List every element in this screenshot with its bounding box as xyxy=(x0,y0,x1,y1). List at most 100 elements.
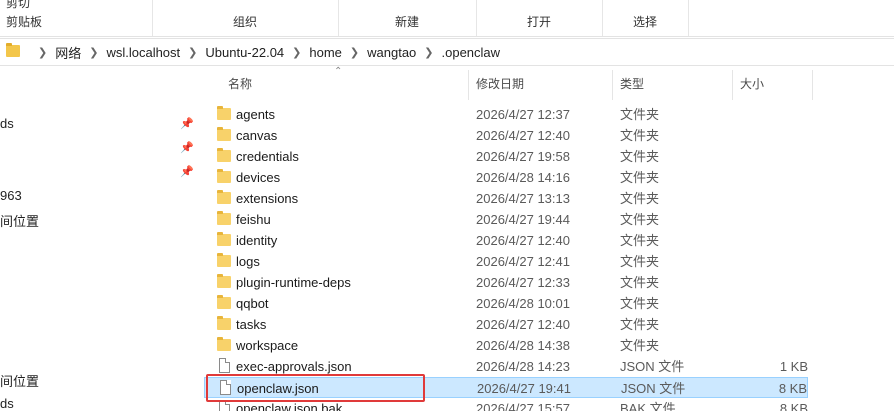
chevron-right-icon[interactable]: ❯ xyxy=(292,46,301,59)
file-size: 8 KB xyxy=(778,381,807,396)
folder-icon xyxy=(6,43,20,57)
file-name: canvas xyxy=(236,128,278,143)
nav-item-963[interactable]: 963 xyxy=(0,188,22,203)
file-date: 2026/4/27 13:13 xyxy=(476,191,570,206)
file-type: BAK 文件 xyxy=(620,401,676,411)
breadcrumb-wsl-localhost[interactable]: wsl.localhost xyxy=(106,45,180,60)
folder-icon xyxy=(217,127,231,141)
file-row[interactable]: agents 2026/4/27 12:37 文件夹 xyxy=(204,104,808,125)
file-size: 8 KB xyxy=(779,401,808,411)
ribbon-group-label: 打开 xyxy=(526,15,551,29)
file-name: extensions xyxy=(236,191,299,206)
file-name: openclaw.json.bak xyxy=(236,401,343,411)
file-name: agents xyxy=(236,107,276,122)
chevron-right-icon[interactable]: ❯ xyxy=(38,46,47,59)
file-row[interactable]: feishu 2026/4/27 19:44 文件夹 xyxy=(204,209,808,230)
folder-icon xyxy=(217,169,231,183)
file-type: 文件夹 xyxy=(620,212,660,227)
column-divider[interactable] xyxy=(732,70,733,100)
chevron-right-icon[interactable]: ❯ xyxy=(188,46,197,59)
pin-icon: 📌 xyxy=(180,118,194,130)
navigation-pane: ds 📌 📌 📌 963 间位置 间位置 ds xyxy=(0,66,200,411)
file-icon xyxy=(219,400,230,411)
file-row[interactable]: extensions 2026/4/27 13:13 文件夹 xyxy=(204,188,808,209)
breadcrumb-home[interactable]: home xyxy=(309,45,342,60)
folder-icon xyxy=(217,316,231,330)
file-type: 文件夹 xyxy=(620,107,660,122)
file-date: 2026/4/27 12:41 xyxy=(476,254,570,269)
folder-icon xyxy=(217,148,231,162)
sort-ascending-icon: ⌃ xyxy=(334,66,343,77)
file-type: JSON 文件 xyxy=(620,359,685,374)
nav-item-location[interactable]: 间位置 xyxy=(0,211,39,230)
file-date: 2026/4/27 12:40 xyxy=(476,317,570,332)
file-row[interactable]: qqbot 2026/4/28 10:01 文件夹 xyxy=(204,293,808,314)
folder-icon xyxy=(217,337,231,351)
file-name: exec-approvals.json xyxy=(236,359,352,374)
column-header-size[interactable]: 大小 xyxy=(740,70,764,98)
nav-item-location[interactable]: 间位置 xyxy=(0,371,39,390)
breadcrumb-network[interactable]: 网络 xyxy=(55,43,81,62)
file-row[interactable]: logs 2026/4/27 12:41 文件夹 xyxy=(204,251,808,272)
file-name: credentials xyxy=(236,149,299,164)
nav-item-downloads[interactable]: ds xyxy=(0,116,14,131)
file-name: qqbot xyxy=(236,296,269,311)
file-row[interactable]: credentials 2026/4/27 19:58 文件夹 xyxy=(204,146,808,167)
column-divider[interactable] xyxy=(812,70,813,100)
chevron-right-icon[interactable]: ❯ xyxy=(350,46,359,59)
folder-icon xyxy=(217,211,231,225)
file-type: 文件夹 xyxy=(620,128,660,143)
file-row[interactable]: tasks 2026/4/27 12:40 文件夹 xyxy=(204,314,808,335)
folder-icon xyxy=(217,190,231,204)
file-row[interactable]: devices 2026/4/28 14:16 文件夹 xyxy=(204,167,808,188)
file-date: 2026/4/28 14:38 xyxy=(476,338,570,353)
ribbon-group-organize: 组织 xyxy=(152,0,339,36)
file-date: 2026/4/27 12:33 xyxy=(476,275,570,290)
breadcrumb-ubuntu[interactable]: Ubuntu-22.04 xyxy=(205,45,284,60)
file-row[interactable]: workspace 2026/4/28 14:38 文件夹 xyxy=(204,335,808,356)
file-type: 文件夹 xyxy=(620,233,660,248)
folder-icon xyxy=(217,232,231,246)
file-type: 文件夹 xyxy=(620,254,660,269)
file-type: 文件夹 xyxy=(620,338,660,353)
file-date: 2026/4/27 19:58 xyxy=(476,149,570,164)
file-date: 2026/4/27 12:37 xyxy=(476,107,570,122)
ribbon-group-label: 新建 xyxy=(394,15,419,29)
column-header-name[interactable]: 名称 xyxy=(228,70,252,98)
file-name: identity xyxy=(236,233,278,248)
file-date: 2026/4/27 19:41 xyxy=(477,381,571,396)
chevron-right-icon[interactable]: ❯ xyxy=(89,46,98,59)
breadcrumb-wangtao[interactable]: wangtao xyxy=(367,45,416,60)
file-date: 2026/4/28 14:16 xyxy=(476,170,570,185)
pin-icon: 📌 xyxy=(180,166,194,178)
file-row[interactable]: openclaw.json.bak 2026/4/27 15:57 BAK 文件 8 … xyxy=(204,398,808,411)
nav-item-downloads[interactable]: ds xyxy=(0,396,14,411)
file-row[interactable]: openclaw.json 2026/4/27 19:41 JSON 文件 8 KB xyxy=(204,377,808,398)
file-name: tasks xyxy=(236,317,267,332)
column-divider[interactable] xyxy=(612,70,613,100)
file-type: JSON 文件 xyxy=(621,381,686,396)
file-size: 1 KB xyxy=(779,359,808,374)
column-header-date[interactable]: 修改日期 xyxy=(476,70,524,98)
file-date: 2026/4/27 19:44 xyxy=(476,212,570,227)
file-row[interactable]: identity 2026/4/27 12:40 文件夹 xyxy=(204,230,808,251)
column-header-type[interactable]: 类型 xyxy=(620,70,644,98)
file-date: 2026/4/27 12:40 xyxy=(476,233,570,248)
folder-icon xyxy=(217,274,231,288)
file-row[interactable]: plugin-runtime-deps 2026/4/27 12:33 文件夹 xyxy=(204,272,808,293)
file-row[interactable]: exec-approvals.json 2026/4/28 14:23 JSON 文… xyxy=(204,356,808,377)
folder-icon xyxy=(217,106,231,120)
file-icon xyxy=(219,358,230,373)
file-date: 2026/4/27 12:40 xyxy=(476,128,570,143)
chevron-right-icon[interactable]: ❯ xyxy=(424,46,433,59)
file-date: 2026/4/28 10:01 xyxy=(476,296,570,311)
ribbon-group-new: 新建 xyxy=(338,0,477,36)
file-name: plugin-runtime-deps xyxy=(236,275,351,290)
file-date: 2026/4/28 14:23 xyxy=(476,359,570,374)
ribbon-group-label: 组织 xyxy=(232,15,257,29)
file-row[interactable]: canvas 2026/4/27 12:40 文件夹 xyxy=(204,125,808,146)
breadcrumb-openclaw[interactable]: .openclaw xyxy=(442,45,501,60)
file-type: 文件夹 xyxy=(620,275,660,290)
column-divider[interactable] xyxy=(468,70,469,100)
address-bar[interactable]: ❯ 网络 ❯ wsl.localhost ❯ Ubuntu-22.04 ❯ ho… xyxy=(0,38,894,66)
